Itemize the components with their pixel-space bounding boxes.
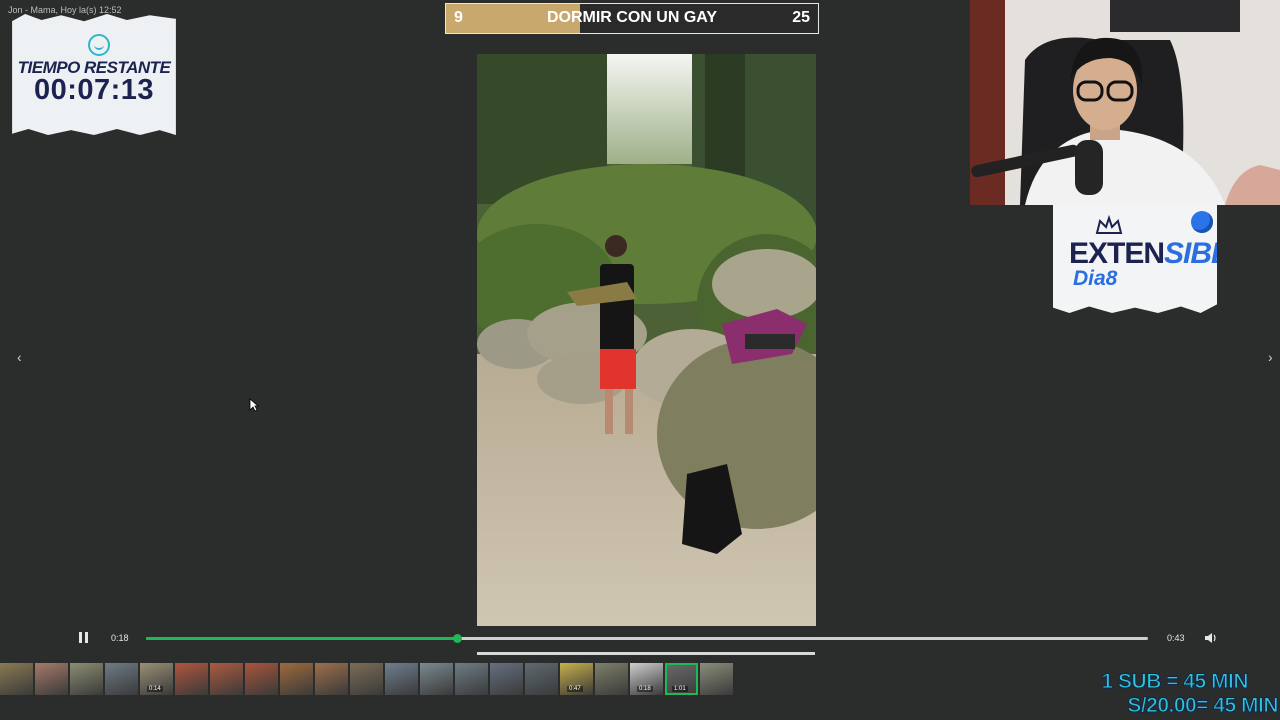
thumbnail[interactable]: [385, 663, 418, 695]
progress-fill: [146, 637, 457, 640]
thumbnail[interactable]: [35, 663, 68, 695]
webcam-overlay: [970, 0, 1280, 205]
thumbnail[interactable]: [350, 663, 383, 695]
promo-sub-text: 1 SUB = 45 MIN: [1101, 670, 1249, 694]
thumbnail-duration: 1:01: [672, 686, 688, 692]
thumbnail[interactable]: [105, 663, 138, 695]
thumbnail[interactable]: [245, 663, 278, 695]
thumbnail[interactable]: [315, 663, 348, 695]
sticker-day: Dia8: [1073, 267, 1118, 290]
chevron-left-icon[interactable]: ‹: [17, 349, 22, 365]
sticker-title-part-2: SIBLE: [1164, 237, 1248, 270]
thumbnail-duration: 0:47: [567, 686, 583, 692]
sticker-title-part-1: EXTEN: [1069, 237, 1165, 270]
thumbnail[interactable]: [175, 663, 208, 695]
thumbnail[interactable]: [700, 663, 733, 695]
thumbnail[interactable]: [595, 663, 628, 695]
video-scene: [477, 54, 816, 626]
scoreboard: 9 DORMIR CON UN GAY 25: [445, 3, 819, 34]
thumbnail[interactable]: [420, 663, 453, 695]
progress-bar[interactable]: [146, 634, 1148, 643]
thumbnail[interactable]: 0:47: [560, 663, 593, 695]
thumbnail[interactable]: [0, 663, 33, 695]
thumbnail[interactable]: [525, 663, 558, 695]
pin-icon: [1191, 211, 1213, 233]
timer-card: TIEMPO RESTANTE 00:07:13: [12, 14, 176, 135]
current-time: 0:18: [111, 633, 129, 643]
total-time: 0:43: [1167, 633, 1185, 643]
thumbnail-duration: 0:18: [637, 686, 653, 692]
thumbnail[interactable]: [70, 663, 103, 695]
thumbnail[interactable]: 1:01: [665, 663, 698, 695]
pause-button[interactable]: [78, 632, 90, 644]
progress-handle[interactable]: [452, 634, 462, 643]
thumbnail-duration: 0:14: [147, 686, 163, 692]
scoreboard-right-score: 25: [792, 9, 810, 26]
video-bottom-bar: [477, 652, 815, 655]
thumbnail[interactable]: 0:14: [140, 663, 173, 695]
mouse-cursor-icon: [249, 398, 259, 412]
chevron-right-icon[interactable]: ›: [1268, 349, 1273, 365]
timer-value: 00:07:13: [33, 74, 155, 106]
smile-icon: [88, 34, 110, 56]
window-title: Jon - Mama, Hoy la(s) 12:52: [8, 5, 122, 15]
thumbnail[interactable]: 0:18: [630, 663, 663, 695]
webcam-scene: [970, 0, 1280, 205]
extensible-sticker: EXTENSIBLE Dia8: [1053, 205, 1217, 313]
scoreboard-title: DORMIR CON UN GAY: [546, 9, 718, 26]
thumbnail[interactable]: [210, 663, 243, 695]
volume-icon[interactable]: [1204, 632, 1218, 644]
video-frame[interactable]: [477, 54, 816, 626]
promo-donation-text: S/20.00= 45 MIN: [1127, 694, 1279, 718]
thumbnail[interactable]: [280, 663, 313, 695]
thumbnail[interactable]: [455, 663, 488, 695]
sticker-title: EXTENSIBLE: [1069, 237, 1248, 271]
thumbnail[interactable]: [490, 663, 523, 695]
crown-icon: [1095, 215, 1123, 234]
